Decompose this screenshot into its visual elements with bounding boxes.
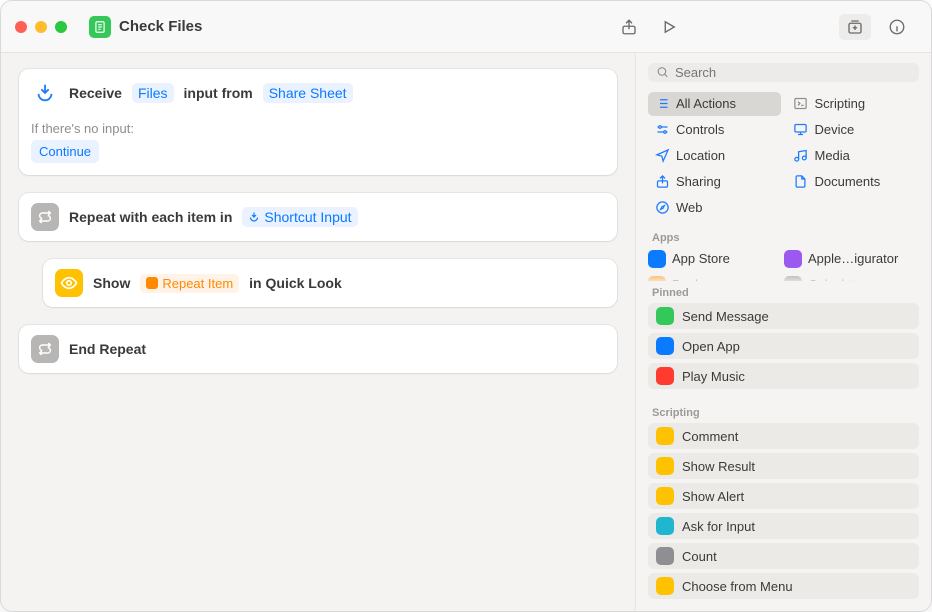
action-item[interactable]: Comment — [648, 423, 919, 449]
action-library-sidebar: All ActionsScriptingControlsDeviceLocati… — [636, 53, 931, 611]
titlebar: Check Files — [1, 1, 931, 53]
apps-list: App Store Apple…igurator Books Calculator — [636, 246, 931, 281]
app-icon — [784, 276, 802, 281]
variable-icon — [146, 277, 158, 289]
close-window-button[interactable] — [15, 21, 27, 33]
app-item[interactable]: Apple…igurator — [784, 250, 912, 268]
action-icon — [656, 577, 674, 595]
run-button[interactable] — [655, 15, 683, 39]
search-icon — [656, 65, 669, 79]
share-icon — [654, 174, 670, 190]
from-label: input from — [184, 85, 253, 101]
monitor-icon — [793, 122, 809, 138]
safari-icon — [654, 200, 670, 216]
app-icon — [784, 250, 802, 268]
workflow-editor[interactable]: Receive Files input from Share Sheet If … — [1, 53, 636, 611]
sliders-icon — [654, 122, 670, 138]
action-item[interactable]: Count — [648, 543, 919, 569]
search-field[interactable] — [648, 63, 919, 82]
app-icon — [648, 276, 666, 281]
input-icon — [31, 79, 59, 107]
repeat-variable-chip[interactable]: Shortcut Input — [242, 207, 357, 227]
action-item[interactable]: Show Result — [648, 453, 919, 479]
input-source-chip[interactable]: Share Sheet — [263, 83, 353, 103]
category-grid: All ActionsScriptingControlsDeviceLocati… — [636, 92, 931, 226]
category-media[interactable]: Media — [787, 144, 920, 168]
shortcut-title: Check Files — [119, 18, 202, 35]
category-device[interactable]: Device — [787, 118, 920, 142]
doc-icon — [793, 174, 809, 190]
action-icon — [656, 337, 674, 355]
app-icon — [648, 250, 666, 268]
eye-icon — [55, 269, 83, 297]
quicklook-suffix: in Quick Look — [249, 275, 342, 291]
apps-section-head: Apps — [636, 226, 931, 246]
scripting-list: Comment Show Result Show Alert Ask for Inpu… — [636, 421, 931, 611]
noinput-action-chip[interactable]: Continue — [31, 140, 99, 163]
action-icon — [656, 517, 674, 535]
window: Check Files Receive Files — [0, 0, 932, 612]
input-type-chip[interactable]: Files — [132, 83, 174, 103]
quicklook-action[interactable]: Show Repeat Item in Quick Look — [43, 259, 617, 307]
shortcut-icon — [89, 16, 111, 38]
repeat-item-variable[interactable]: Repeat Item — [140, 274, 239, 293]
action-item[interactable]: Play Music — [648, 363, 919, 389]
list-icon — [654, 96, 670, 112]
end-repeat-label: End Repeat — [69, 341, 146, 357]
pinned-list: Send Message Open App Play Music — [636, 301, 931, 401]
action-icon — [656, 307, 674, 325]
share-button[interactable] — [615, 15, 643, 39]
end-repeat-action[interactable]: End Repeat — [19, 325, 617, 373]
category-sharing[interactable]: Sharing — [648, 170, 781, 194]
repeat-icon — [31, 203, 59, 231]
music-icon — [793, 148, 809, 164]
repeat-action[interactable]: Repeat with each item in Shortcut Input — [19, 193, 617, 241]
info-button[interactable] — [883, 15, 911, 39]
category-scripting[interactable]: Scripting — [787, 92, 920, 116]
action-icon — [656, 547, 674, 565]
action-icon — [656, 367, 674, 385]
repeat-end-icon — [31, 335, 59, 363]
receive-label: Receive — [69, 85, 122, 101]
repeat-label: Repeat with each item in — [69, 209, 232, 225]
category-controls[interactable]: Controls — [648, 118, 781, 142]
action-item[interactable]: Ask for Input — [648, 513, 919, 539]
zoom-window-button[interactable] — [55, 21, 67, 33]
action-item[interactable]: Send Message — [648, 303, 919, 329]
app-item[interactable]: Calculator — [784, 276, 912, 281]
category-documents[interactable]: Documents — [787, 170, 920, 194]
traffic-lights — [15, 21, 67, 33]
receive-input-action[interactable]: Receive Files input from Share Sheet If … — [19, 69, 617, 175]
terminal-icon — [793, 96, 809, 112]
category-all-actions[interactable]: All Actions — [648, 92, 781, 116]
action-icon — [656, 457, 674, 475]
pinned-section-head: Pinned — [636, 281, 931, 301]
category-location[interactable]: Location — [648, 144, 781, 168]
noinput-label: If there's no input: — [31, 121, 605, 136]
minimize-window-button[interactable] — [35, 21, 47, 33]
app-item[interactable]: App Store — [648, 250, 776, 268]
action-item[interactable]: Choose from Menu — [648, 573, 919, 599]
library-button[interactable] — [839, 14, 871, 40]
location-icon — [654, 148, 670, 164]
scripting-section-head: Scripting — [636, 401, 931, 421]
app-item[interactable]: Books — [648, 276, 776, 281]
action-item[interactable]: Show Alert — [648, 483, 919, 509]
action-icon — [656, 427, 674, 445]
action-icon — [656, 487, 674, 505]
category-web[interactable]: Web — [648, 196, 781, 220]
action-item[interactable]: Open App — [648, 333, 919, 359]
show-label: Show — [93, 275, 130, 291]
search-input[interactable] — [675, 65, 911, 80]
